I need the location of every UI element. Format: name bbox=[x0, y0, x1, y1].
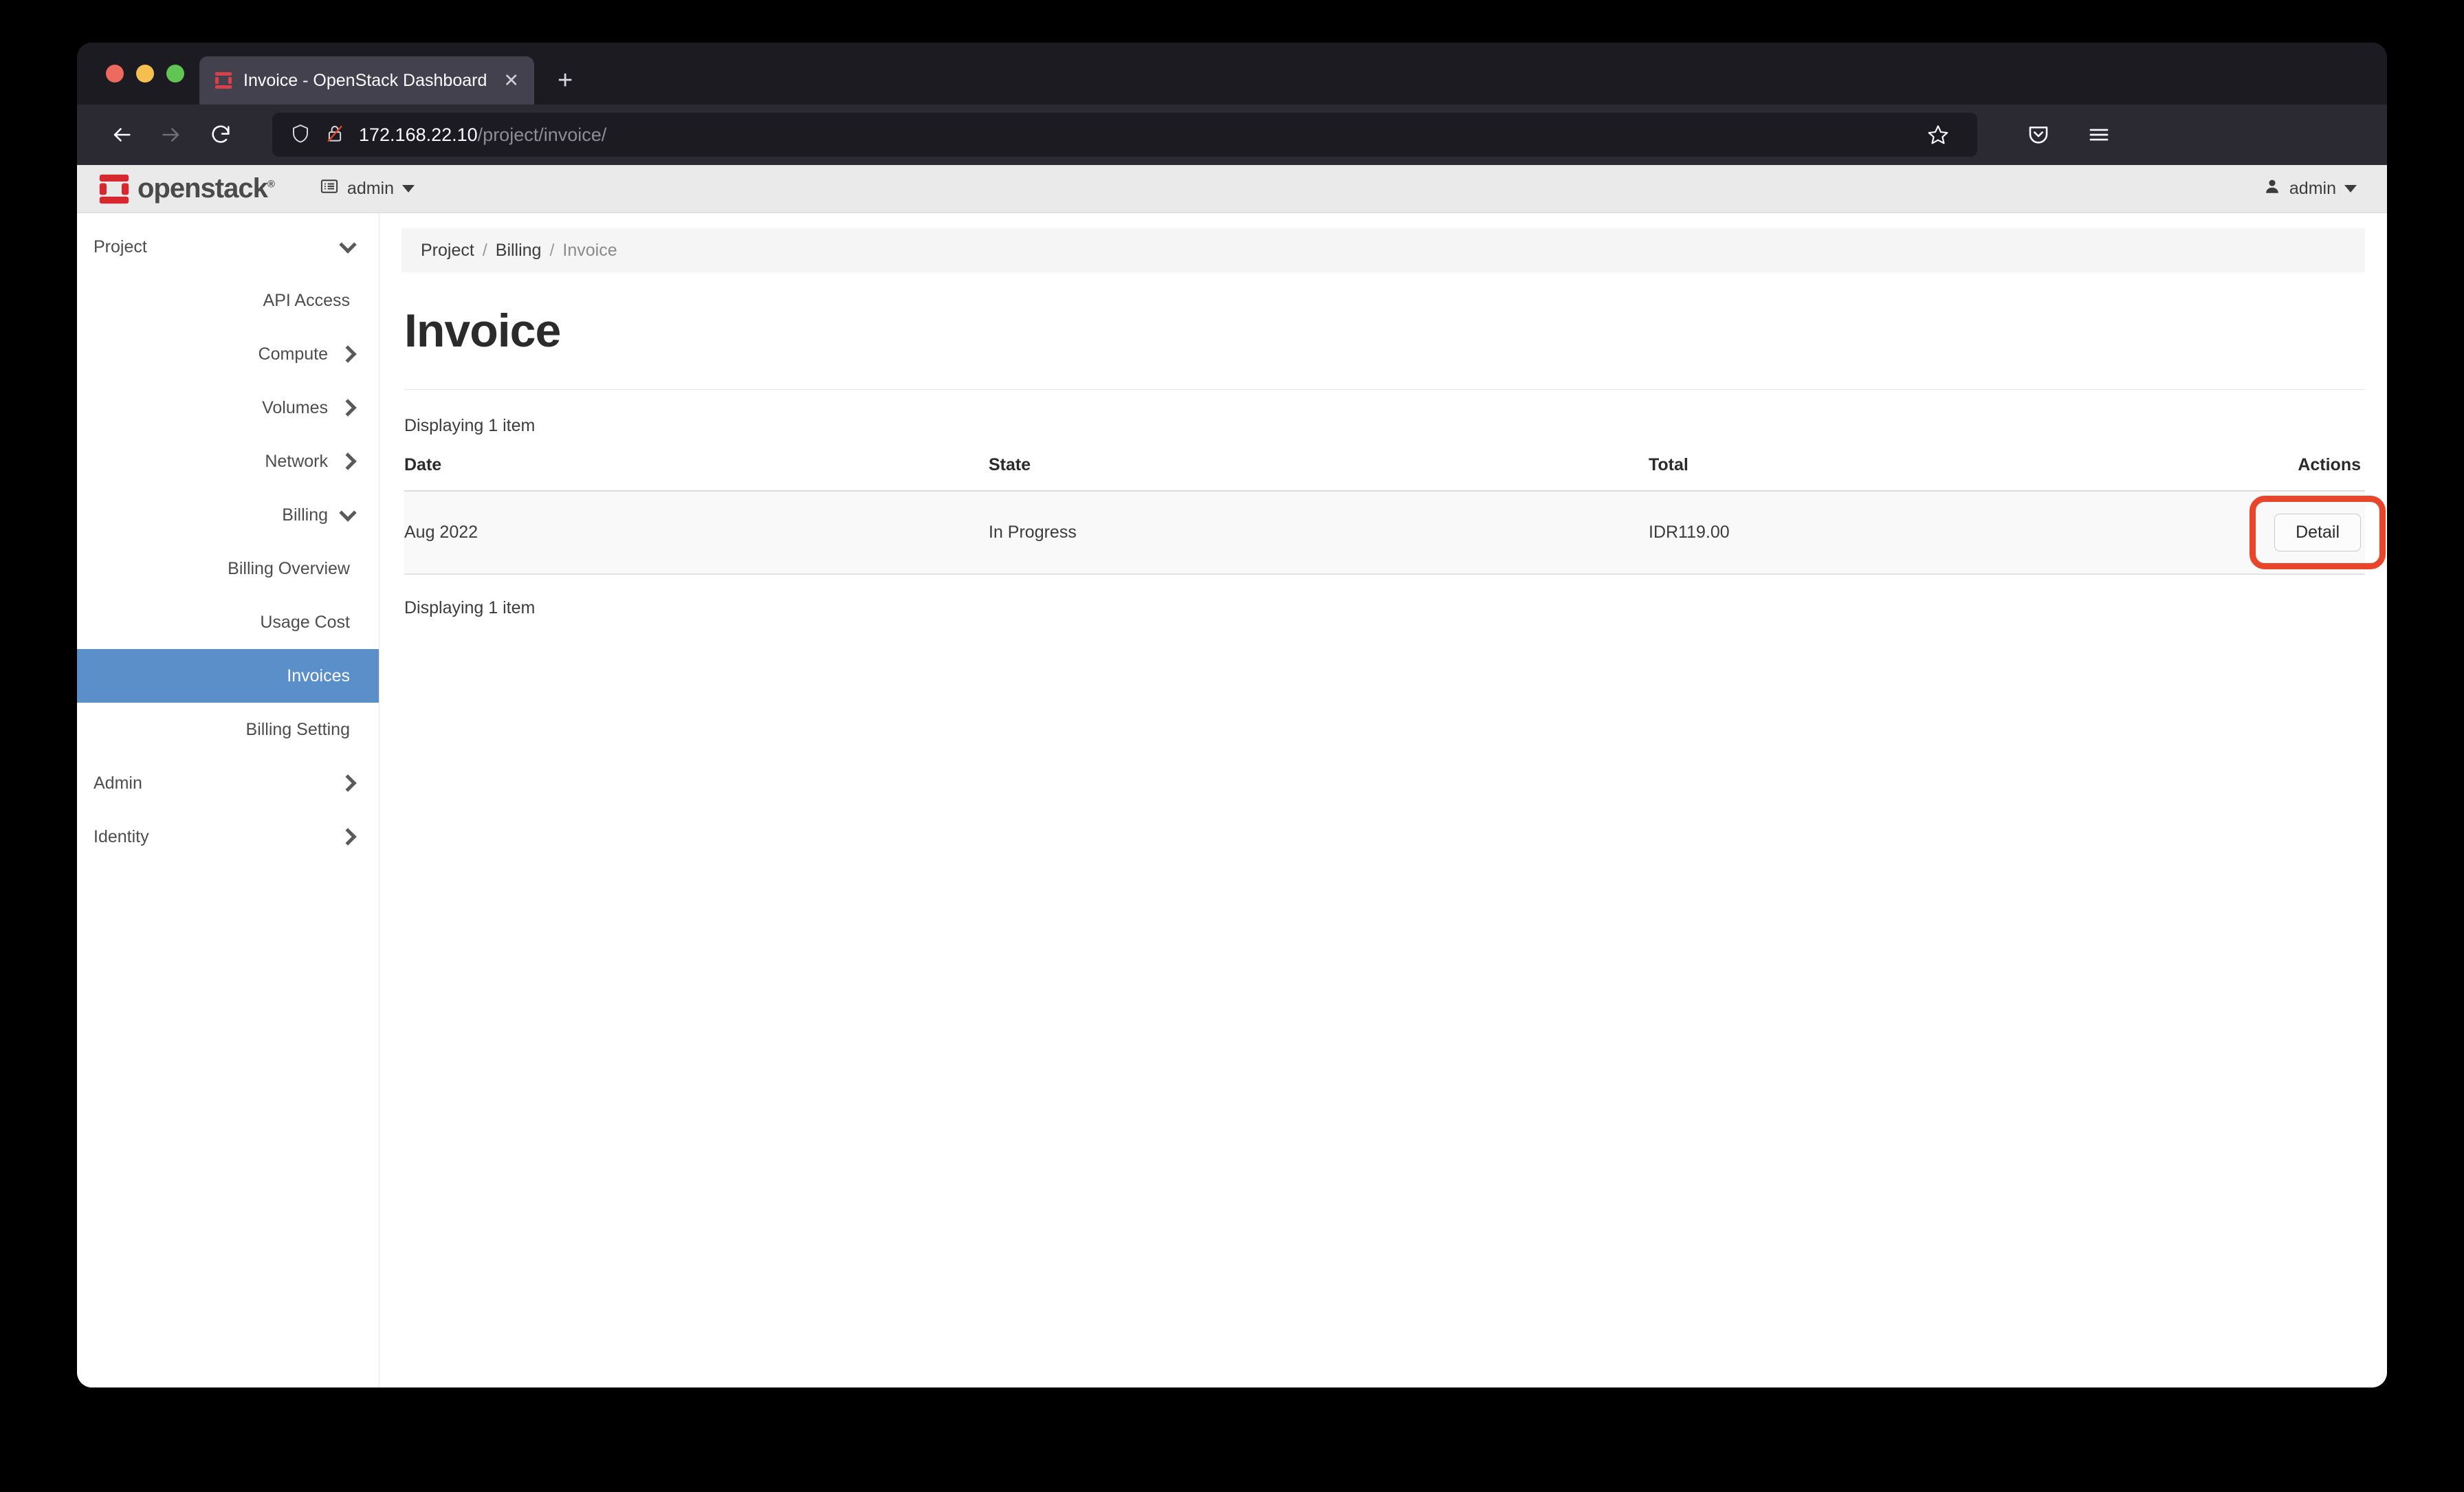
reload-button[interactable] bbox=[199, 113, 242, 156]
table-header-row: Date State Total Actions bbox=[404, 455, 2365, 492]
sidebar-item-billing-setting[interactable]: Billing Setting bbox=[77, 703, 379, 756]
sidebar-item-volumes[interactable]: Volumes bbox=[77, 381, 379, 435]
cell-total: IDR119.00 bbox=[1649, 491, 2241, 575]
back-button[interactable] bbox=[100, 113, 143, 156]
detail-button[interactable]: Detail bbox=[2274, 514, 2361, 551]
chevron-right-icon bbox=[339, 345, 357, 363]
sidebar-item-identity[interactable]: Identity bbox=[77, 810, 379, 864]
openstack-header: openstack® admin admin bbox=[77, 165, 2387, 213]
window-traffic-lights bbox=[98, 43, 199, 105]
sidebar-item-label: Project bbox=[94, 237, 147, 256]
breadcrumb-separator: / bbox=[482, 240, 487, 260]
shield-icon[interactable] bbox=[290, 123, 311, 147]
openstack-logo-icon bbox=[99, 174, 129, 204]
sidebar-item-label: Billing Setting bbox=[245, 719, 350, 739]
page-title: Invoice bbox=[404, 305, 561, 357]
item-count-bottom: Displaying 1 item bbox=[404, 598, 536, 617]
breadcrumb: Project / Billing / Invoice bbox=[402, 228, 2365, 272]
sidebar-item-label: Identity bbox=[94, 826, 149, 846]
openstack-brand-text: openstack® bbox=[138, 173, 275, 204]
page-viewport: openstack® admin admin Project API Acces… bbox=[77, 165, 2387, 1387]
openstack-logo[interactable]: openstack® bbox=[99, 173, 275, 204]
browser-toolbar: 172.168.22.10/project/invoice/ bbox=[77, 105, 2387, 165]
pocket-icon[interactable] bbox=[2017, 113, 2060, 156]
sidebar-item-label: Network bbox=[265, 451, 328, 471]
sidebar-item-billing-overview[interactable]: Billing Overview bbox=[77, 542, 379, 595]
close-window-button[interactable] bbox=[106, 65, 124, 83]
address-bar[interactable]: 172.168.22.10/project/invoice/ bbox=[272, 113, 1977, 157]
column-header-state[interactable]: State bbox=[989, 455, 1649, 492]
lock-crossed-icon[interactable] bbox=[324, 123, 345, 147]
invoice-table-head: Date State Total Actions bbox=[404, 455, 2365, 492]
user-menu[interactable]: admin bbox=[2263, 177, 2357, 200]
sidebar-item-label: Billing bbox=[282, 505, 328, 525]
minimize-window-button[interactable] bbox=[136, 65, 154, 83]
openstack-favicon-icon bbox=[214, 72, 232, 89]
cell-date: Aug 2022 bbox=[404, 491, 989, 575]
item-count-top: Displaying 1 item bbox=[404, 416, 536, 435]
chevron-right-icon bbox=[339, 399, 357, 417]
sidebar-item-admin[interactable]: Admin bbox=[77, 756, 379, 810]
new-tab-button[interactable]: + bbox=[558, 67, 573, 94]
breadcrumb-separator: / bbox=[549, 240, 555, 260]
hamburger-menu-icon[interactable] bbox=[2078, 113, 2120, 156]
sidebar-item-project[interactable]: Project bbox=[77, 220, 379, 274]
project-selector-label: admin bbox=[346, 179, 395, 198]
browser-window: Invoice - OpenStack Dashboard ✕ + 172.16… bbox=[77, 43, 2387, 1387]
sidebar-item-label: API Access bbox=[263, 290, 350, 310]
chevron-right-icon bbox=[339, 828, 357, 846]
chevron-right-icon bbox=[339, 774, 357, 792]
table-row: Aug 2022 In Progress IDR119.00 Detail bbox=[404, 491, 2365, 575]
maximize-window-button[interactable] bbox=[166, 65, 184, 83]
chevron-down-icon bbox=[2344, 185, 2357, 193]
star-icon[interactable] bbox=[1917, 113, 1959, 156]
chevron-down-icon bbox=[339, 236, 357, 254]
breadcrumb-item-invoice: Invoice bbox=[562, 240, 617, 260]
chevron-down-icon bbox=[339, 504, 357, 522]
sidebar-item-billing[interactable]: Billing bbox=[77, 488, 379, 542]
invoice-table-body: Aug 2022 In Progress IDR119.00 Detail bbox=[404, 491, 2365, 575]
sidebar-navigation: Project API Access Compute Volumes Network Bi… bbox=[77, 213, 380, 1387]
trademark-symbol: ® bbox=[267, 178, 275, 190]
sidebar-item-label: Invoices bbox=[287, 666, 350, 685]
user-icon bbox=[2263, 177, 2281, 200]
column-header-date[interactable]: Date bbox=[404, 455, 989, 492]
sidebar-item-api-access[interactable]: API Access bbox=[77, 274, 379, 327]
sidebar-item-network[interactable]: Network bbox=[77, 435, 379, 488]
project-list-icon bbox=[320, 177, 339, 201]
sidebar-item-label: Compute bbox=[258, 344, 328, 364]
sidebar-item-label: Volumes bbox=[262, 397, 328, 417]
sidebar-item-label: Admin bbox=[94, 773, 142, 793]
column-header-total[interactable]: Total bbox=[1649, 455, 2241, 492]
forward-button[interactable] bbox=[150, 113, 192, 156]
sidebar-item-compute[interactable]: Compute bbox=[77, 327, 379, 381]
url-path: /project/invoice/ bbox=[477, 124, 607, 145]
chevron-right-icon bbox=[339, 452, 357, 470]
breadcrumb-item-billing[interactable]: Billing bbox=[496, 241, 542, 261]
column-header-actions: Actions bbox=[2241, 455, 2365, 492]
sidebar-item-label: Usage Cost bbox=[260, 612, 350, 632]
main-content: Project / Billing / Invoice Invoice Displayi… bbox=[380, 213, 2387, 1387]
cell-state: In Progress bbox=[989, 491, 1649, 575]
cell-actions: Detail bbox=[2241, 491, 2365, 575]
toolbar-actions bbox=[2017, 113, 2120, 156]
url-text: 172.168.22.10/project/invoice/ bbox=[359, 124, 606, 146]
invoice-table: Date State Total Actions Aug 2022 In Pro… bbox=[404, 455, 2365, 575]
sidebar-item-label: Billing Overview bbox=[228, 558, 350, 578]
page-body: Project API Access Compute Volumes Network Bi… bbox=[77, 213, 2387, 1387]
browser-tab[interactable]: Invoice - OpenStack Dashboard ✕ bbox=[199, 56, 534, 105]
close-tab-icon[interactable]: ✕ bbox=[503, 71, 519, 90]
title-divider bbox=[404, 389, 2365, 390]
url-host: 172.168.22.10 bbox=[359, 124, 478, 145]
breadcrumb-item-project[interactable]: Project bbox=[421, 241, 474, 261]
tab-title: Invoice - OpenStack Dashboard bbox=[243, 70, 487, 90]
tab-strip: Invoice - OpenStack Dashboard ✕ + bbox=[77, 43, 2387, 105]
chevron-down-icon bbox=[402, 185, 415, 193]
sidebar-item-invoices[interactable]: Invoices bbox=[77, 649, 379, 703]
user-menu-label: admin bbox=[2289, 179, 2336, 198]
sidebar-item-usage-cost[interactable]: Usage Cost bbox=[77, 595, 379, 649]
project-selector[interactable]: admin bbox=[320, 177, 415, 201]
